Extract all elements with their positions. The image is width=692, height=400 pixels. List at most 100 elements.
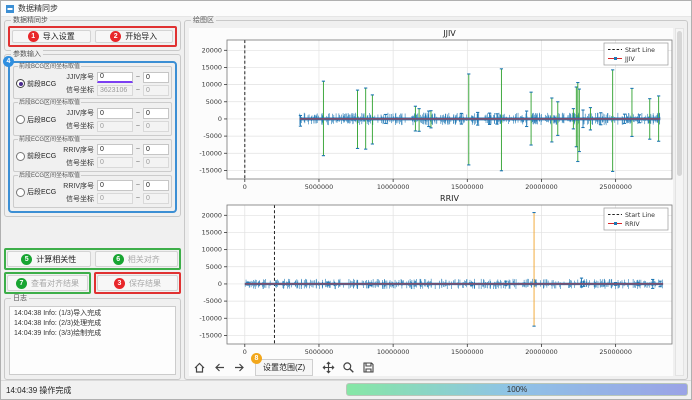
svg-text:-10000: -10000 (199, 314, 222, 322)
log-entry: 14:04:38 Info: (2/3)处理完成 (14, 319, 171, 329)
field-label: 信号坐标 (63, 194, 94, 204)
svg-text:20000: 20000 (202, 46, 222, 54)
svg-text:5000: 5000 (206, 263, 222, 271)
calc-correlation-label: 计算相关性 (36, 254, 76, 265)
svg-text:20000000: 20000000 (525, 183, 558, 191)
param-section-title: 前段ECG区间坐标取值 (18, 136, 81, 144)
bcg-front-seq-to-input[interactable] (143, 72, 169, 83)
field-label: 信号坐标 (63, 158, 94, 168)
back-button[interactable] (211, 359, 228, 376)
param-section-ecg-back: 后段ECG区间坐标取值后段ECGRRIV序号~信号坐标~ (13, 175, 172, 208)
svg-text:-5000: -5000 (203, 132, 222, 140)
start-import-button[interactable]: 2 开始导入 (95, 30, 174, 43)
save-icon (362, 361, 375, 374)
svg-text:5000000: 5000000 (305, 348, 333, 356)
step-badge-7: 7 (16, 278, 27, 289)
import-settings-button[interactable]: 1 导入设置 (12, 30, 91, 43)
plot-scrollbar-thumb[interactable] (677, 31, 682, 176)
field-label: JJIV序号 (63, 108, 94, 118)
svg-text:15000000: 15000000 (451, 348, 484, 356)
radio-label: 前段BCG (27, 79, 56, 89)
radio-bcg-front[interactable]: 前段BCG (16, 79, 63, 89)
calc-correlation-button[interactable]: 5计算相关性 (7, 251, 91, 267)
set-range-button[interactable]: 8设置范围(Z) (255, 359, 313, 376)
svg-text:-5000: -5000 (203, 297, 222, 305)
plot-scrollbar[interactable] (675, 28, 684, 376)
bcg-back-seq-to-input[interactable] (143, 108, 169, 119)
svg-text:-10000: -10000 (199, 149, 222, 157)
save-result-label: 保存结果 (129, 278, 161, 289)
ecg-front-coord-to-input (143, 157, 169, 168)
sync-group-title: 数据精同步 (11, 16, 50, 25)
range-separator: ~ (136, 123, 140, 130)
svg-text:5000: 5000 (206, 98, 222, 106)
bcg-back-seq-from-input[interactable] (97, 108, 133, 119)
log-area[interactable]: 14:04:38 Info: (1/3)导入完成14:04:38 Info: (… (9, 306, 176, 375)
save-button[interactable] (360, 359, 377, 376)
radio-ecg-front[interactable]: 前段ECG (16, 151, 63, 161)
ecg-back-coord-from-input (97, 193, 133, 204)
svg-text:RRIV: RRIV (440, 194, 459, 203)
svg-text:15000: 15000 (202, 228, 222, 236)
ecg-front-coord-from-input (97, 157, 133, 168)
view-align-result-button[interactable]: 7查看对齐结果 (7, 275, 88, 291)
svg-text:JJIV: JJIV (624, 56, 635, 63)
radio-label: 前段ECG (27, 151, 56, 161)
ecg-front-seq-from-input[interactable] (97, 144, 133, 155)
import-annotation-frame: 1 导入设置 2 开始导入 (8, 26, 177, 47)
jjiv-chart[interactable]: 0500000010000000150000002000000025000000… (189, 28, 673, 193)
start-import-label: 开始导入 (125, 31, 157, 42)
range-separator: ~ (136, 110, 140, 117)
step-badge-6: 6 (113, 254, 124, 265)
bcg-front-seq-from-input[interactable] (97, 72, 133, 83)
pan-button[interactable] (320, 359, 337, 376)
view-result-annotation-frame: 7查看对齐结果 (4, 272, 91, 294)
radio-ecg-back[interactable]: 后段ECG (16, 187, 63, 197)
save-result-annotation-frame: 3保存结果 (94, 272, 181, 294)
svg-text:20000: 20000 (202, 211, 222, 219)
range-separator: ~ (136, 195, 140, 202)
svg-text:25000000: 25000000 (599, 348, 632, 356)
svg-text:10000: 10000 (202, 81, 222, 89)
svg-text:-15000: -15000 (199, 166, 222, 174)
svg-text:10000000: 10000000 (377, 348, 410, 356)
set-range-label: 设置范围(Z) (263, 362, 305, 373)
svg-text:0: 0 (243, 183, 247, 191)
log-group-title: 日志 (11, 294, 29, 303)
svg-text:0: 0 (218, 280, 222, 288)
radio-dot-icon (16, 115, 25, 124)
svg-text:25000000: 25000000 (599, 183, 632, 191)
svg-text:RRIV: RRIV (625, 221, 640, 228)
svg-text:JJIV: JJIV (442, 29, 456, 38)
pan-icon (322, 361, 335, 374)
plot-area-title: 绘图区 (191, 16, 216, 25)
step-badge-8: 8 (251, 353, 262, 364)
field-label: RRIV序号 (63, 145, 94, 155)
status-message: 14:04:39 操作完成 (6, 385, 71, 396)
ecg-back-seq-to-input[interactable] (143, 180, 169, 191)
param-section-title: 后段BCG区间坐标取值 (18, 99, 81, 107)
svg-text:5000000: 5000000 (305, 183, 333, 191)
radio-bcg-back[interactable]: 后段BCG (16, 115, 63, 125)
range-separator: ~ (136, 146, 140, 153)
ecg-back-seq-from-input[interactable] (97, 180, 133, 191)
log-entry: 14:04:38 Info: (1/3)导入完成 (14, 309, 171, 319)
save-result-button[interactable]: 3保存结果 (97, 275, 178, 291)
correlation-align-button[interactable]: 6相关对齐 (95, 251, 179, 267)
bcg-back-coord-from-input (97, 121, 133, 132)
zoom-button[interactable] (340, 359, 357, 376)
sync-group: 数据精同步 1 导入设置 2 开始导入 (4, 20, 181, 51)
svg-text:15000000: 15000000 (451, 183, 484, 191)
ecg-front-seq-to-input[interactable] (143, 144, 169, 155)
home-button[interactable] (191, 359, 208, 376)
radio-label: 后段ECG (27, 187, 56, 197)
range-separator: ~ (136, 182, 140, 189)
svg-text:0: 0 (218, 115, 222, 123)
import-settings-label: 导入设置 (43, 31, 75, 42)
log-group: 日志 14:04:38 Info: (1/3)导入完成14:04:38 Info… (4, 298, 181, 380)
params-group-title: 参数输入 (11, 50, 43, 59)
log-entry: 14:04:39 Info: (3/3)绘制完成 (14, 329, 171, 339)
rriv-chart[interactable]: 0500000010000000150000002000000025000000… (189, 193, 673, 358)
correlation-annotation-frame: 5计算相关性6相关对齐 (4, 248, 181, 270)
forward-button[interactable] (231, 359, 248, 376)
